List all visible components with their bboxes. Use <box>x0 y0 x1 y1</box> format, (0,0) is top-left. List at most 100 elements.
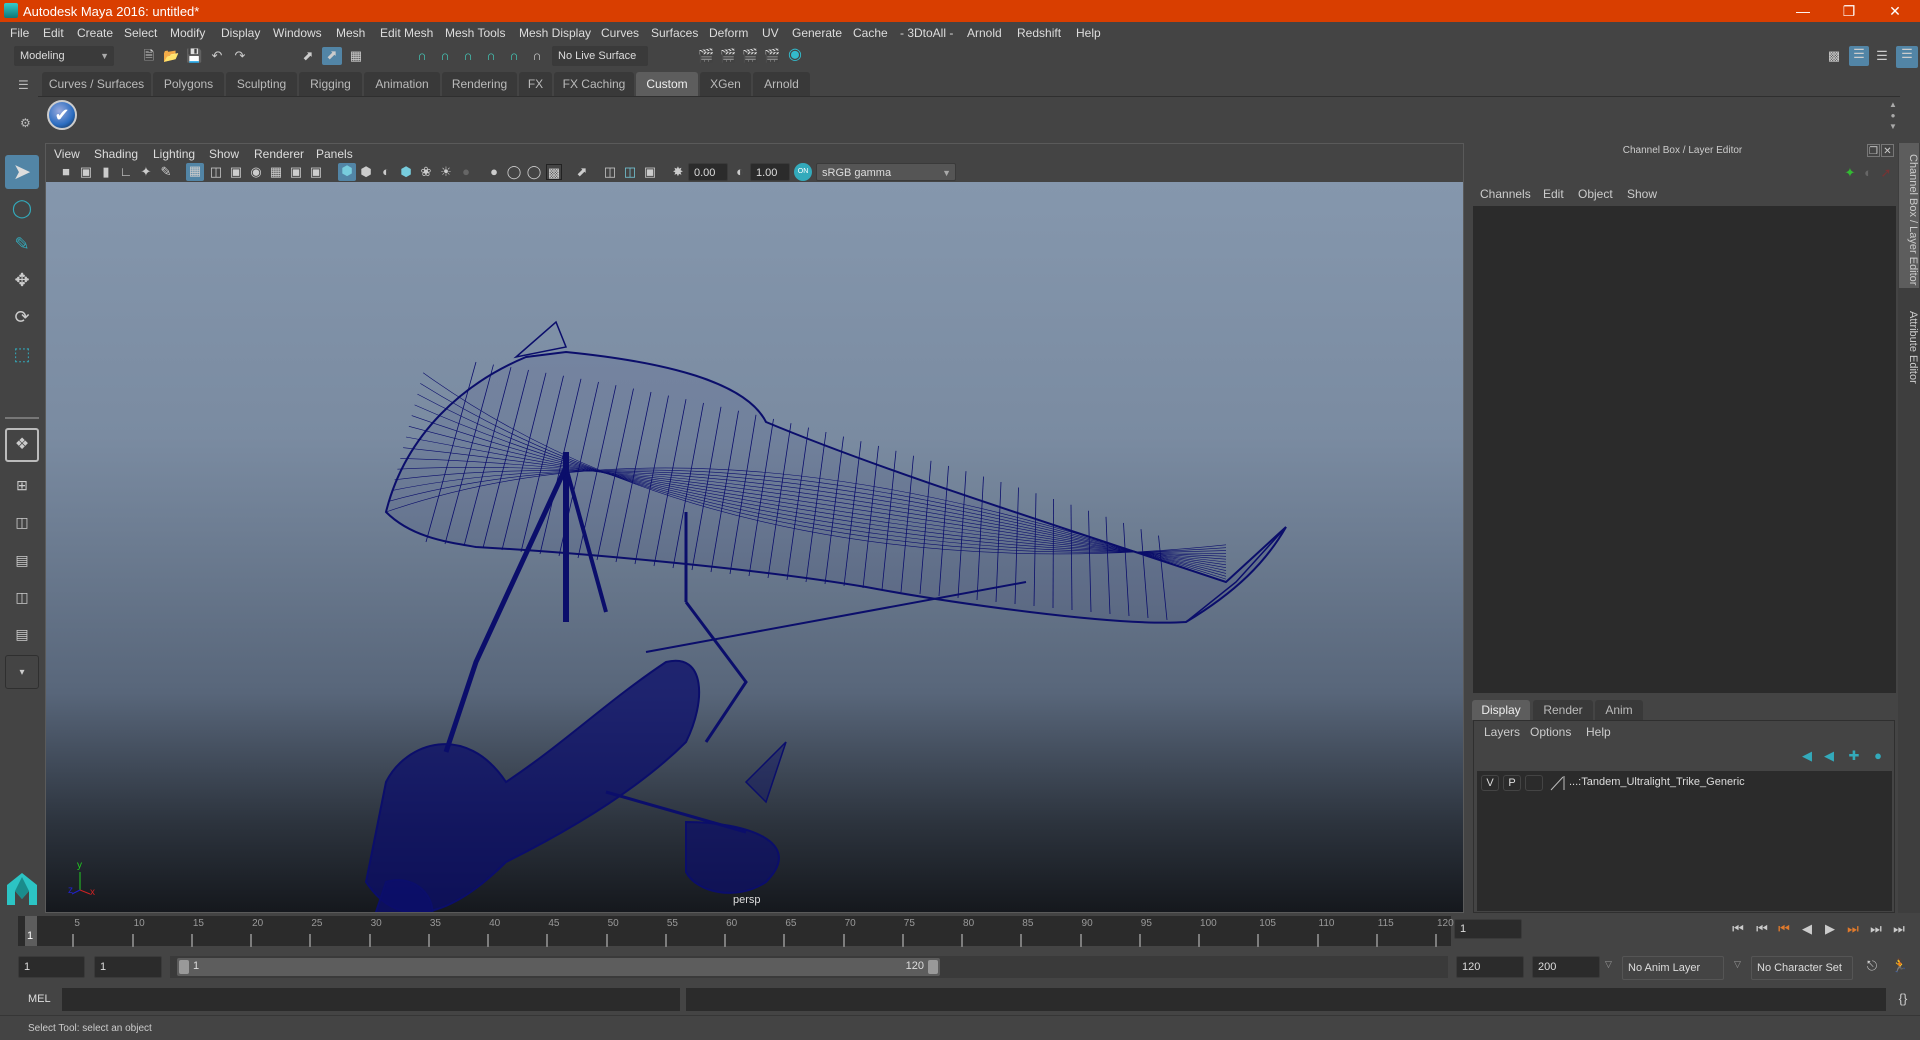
hypershade-layout-icon[interactable]: ◫ <box>5 580 39 614</box>
wireframe-on-shaded-icon[interactable]: ⬢ <box>398 164 414 180</box>
playback-start-field[interactable]: 1 <box>94 956 162 978</box>
resolution-gate-icon[interactable]: ▣ <box>228 164 244 180</box>
menu-mesh-tools[interactable]: Mesh Tools <box>445 26 505 40</box>
channel-box-toggle-icon[interactable]: ☰ <box>1896 46 1918 68</box>
play-backward-icon[interactable]: ◀ <box>1797 919 1817 939</box>
menu-curves[interactable]: Curves <box>601 26 639 40</box>
exposure-icon[interactable]: ✸ <box>670 164 686 180</box>
new-layer-from-selected-icon[interactable]: ● <box>1870 748 1886 764</box>
manipulator-axis-icon[interactable]: ✦ <box>1842 165 1858 181</box>
motion-blur-icon[interactable]: ◯ <box>506 164 522 180</box>
character-set-field[interactable]: No Character Set <box>1751 956 1853 980</box>
shelf-tab-custom[interactable]: Custom <box>636 72 698 96</box>
channels-menu[interactable]: Channels <box>1480 187 1531 201</box>
color-space-dropdown[interactable]: sRGB gamma ▼ <box>816 163 956 181</box>
layer-display-type-toggle[interactable] <box>1525 775 1543 791</box>
render-current-frame-icon[interactable]: 🎬 <box>720 48 736 64</box>
use-all-lights-icon[interactable]: ☀ <box>438 164 454 180</box>
viewport-menu-show[interactable]: Show <box>209 147 239 161</box>
layer-tab-anim[interactable]: Anim <box>1595 700 1643 720</box>
redo-icon[interactable]: ↷ <box>232 48 248 64</box>
range-start-grip[interactable] <box>179 960 189 974</box>
move-layer-up-icon[interactable]: ◀ <box>1799 748 1815 764</box>
options-menu[interactable]: Options <box>1530 725 1571 739</box>
persp-outliner-graph-layout-icon[interactable]: ▤ <box>5 617 39 651</box>
shelf-tab-animation[interactable]: Animation <box>364 72 440 96</box>
go-to-start-icon[interactable]: ⏮ <box>1728 919 1748 939</box>
attribute-editor-toggle-icon[interactable]: ☰ <box>1849 46 1869 66</box>
move-layer-down-icon[interactable]: ◀ <box>1821 748 1837 764</box>
shelf-tab-fx-caching[interactable]: FX Caching <box>554 72 634 96</box>
four-view-layout-icon[interactable]: ⊞ <box>5 468 39 502</box>
menu-select[interactable]: Select <box>124 26 157 40</box>
auto-key-icon[interactable]: ⎋ <box>1862 956 1882 976</box>
shelf-tab-polygons[interactable]: Polygons <box>153 72 224 96</box>
xray-icon[interactable]: ◫ <box>602 164 618 180</box>
render-settings-icon[interactable]: 🎬 <box>764 48 780 64</box>
rotate-tool-icon[interactable]: ⟳ <box>5 300 39 334</box>
range-slider-track[interactable]: 1 120 <box>170 956 948 978</box>
menu-modify[interactable]: Modify <box>170 26 205 40</box>
viewport-menu-shading[interactable]: Shading <box>94 147 138 161</box>
camera-attributes-icon[interactable]: ▣ <box>78 164 94 180</box>
time-slider-track[interactable]: 1 5 10 15 20 25 30 35 40 45 50 55 60 65 70 75 80 85 90 95 1… <box>18 916 1454 948</box>
viewport-menu-renderer[interactable]: Renderer <box>254 147 304 161</box>
show-menu[interactable]: Show <box>1627 187 1657 201</box>
viewport-menu-panels[interactable]: Panels <box>316 147 353 161</box>
range-end-grip[interactable] <box>928 960 938 974</box>
side-tab-attribute-editor[interactable]: Attribute Editor <box>1899 293 1919 393</box>
layer-visibility-toggle[interactable]: V <box>1481 775 1499 791</box>
menu-generate[interactable]: Generate <box>792 26 842 40</box>
shelf-scroll-arrows[interactable]: ▲ ● ▼ <box>1886 99 1900 133</box>
save-scene-icon[interactable]: 💾 <box>186 48 202 64</box>
minimize-button[interactable]: — <box>1780 0 1826 22</box>
safe-action-icon[interactable]: ▣ <box>288 164 304 180</box>
checkmark-shelf-button-icon[interactable]: ✔ <box>47 100 77 130</box>
menu-help[interactable]: Help <box>1076 26 1101 40</box>
2d-pan-zoom-icon[interactable]: ✦ <box>138 164 154 180</box>
new-layer-icon[interactable]: ✚ <box>1846 748 1862 764</box>
anti-aliasing-icon[interactable]: ◯ <box>526 164 542 180</box>
paint-select-tool-icon[interactable]: ✎ <box>5 227 39 261</box>
menu-windows[interactable]: Windows <box>273 26 322 40</box>
single-perspective-layout-icon[interactable]: ❖ <box>5 428 39 462</box>
3d-viewport[interactable]: y x z persp <box>46 182 1463 912</box>
layer-tab-display[interactable]: Display <box>1472 700 1530 720</box>
undo-icon[interactable]: ↶ <box>209 48 225 64</box>
shelf-tab-sculpting[interactable]: Sculpting <box>226 72 297 96</box>
safe-title-icon[interactable]: ▣ <box>308 164 324 180</box>
layer-playback-toggle[interactable]: P <box>1503 775 1521 791</box>
shelf-settings-icon[interactable]: ⚙ <box>20 116 31 130</box>
go-to-end-icon[interactable]: ⏭ <box>1889 919 1909 939</box>
close-panel-icon[interactable]: ✕ <box>1881 144 1894 157</box>
menu-deform[interactable]: Deform <box>709 26 748 40</box>
menu-surfaces[interactable]: Surfaces <box>651 26 698 40</box>
default-material-icon[interactable]: ◐ <box>378 164 394 180</box>
anim-layer-dropdown-icon[interactable]: ▽ <box>1605 959 1612 970</box>
layer-tab-render[interactable]: Render <box>1533 700 1593 720</box>
anim-layer-field[interactable]: No Anim Layer <box>1622 956 1724 980</box>
viewport-menu-view[interactable]: View <box>54 147 80 161</box>
viewport-menu-lighting[interactable]: Lighting <box>153 147 195 161</box>
menu-arnold[interactable]: Arnold <box>967 26 1002 40</box>
live-surface-field[interactable]: No Live Surface <box>552 46 648 66</box>
tool-settings-toggle-icon[interactable]: ☰ <box>1874 48 1890 64</box>
gamma-icon[interactable]: ◐ <box>732 164 748 180</box>
snap-live-icon[interactable]: ∩ <box>506 48 522 64</box>
snap-view-plane-icon[interactable]: ∩ <box>483 48 499 64</box>
menu-mesh[interactable]: Mesh <box>336 26 365 40</box>
shelf-tab-rendering[interactable]: Rendering <box>442 72 517 96</box>
side-tab-channel-box[interactable]: Channel Box / Layer Editor <box>1899 143 1919 288</box>
menu-mesh-display[interactable]: Mesh Display <box>519 26 591 40</box>
layer-color-swatch-icon[interactable] <box>1549 775 1565 791</box>
snap-surface-icon[interactable]: ∩ <box>529 48 545 64</box>
time-slider[interactable]: 1 5 10 15 20 25 30 35 40 45 50 55 60 65 70 75 80 85 90 95 1… <box>0 913 1920 948</box>
range-slider-handle[interactable]: 1 120 <box>177 958 940 976</box>
persp-graph-layout-icon[interactable]: ▤ <box>5 543 39 577</box>
help-menu[interactable]: Help <box>1586 725 1611 739</box>
color-management-toggle-icon[interactable]: ON <box>794 163 812 181</box>
new-scene-icon[interactable]: 🗎 <box>141 48 157 64</box>
step-back-frame-icon[interactable]: ⏮ <box>1774 919 1794 939</box>
select-component-icon[interactable]: ▦ <box>348 48 364 64</box>
isolate-select-icon[interactable]: ⬈ <box>574 164 590 180</box>
